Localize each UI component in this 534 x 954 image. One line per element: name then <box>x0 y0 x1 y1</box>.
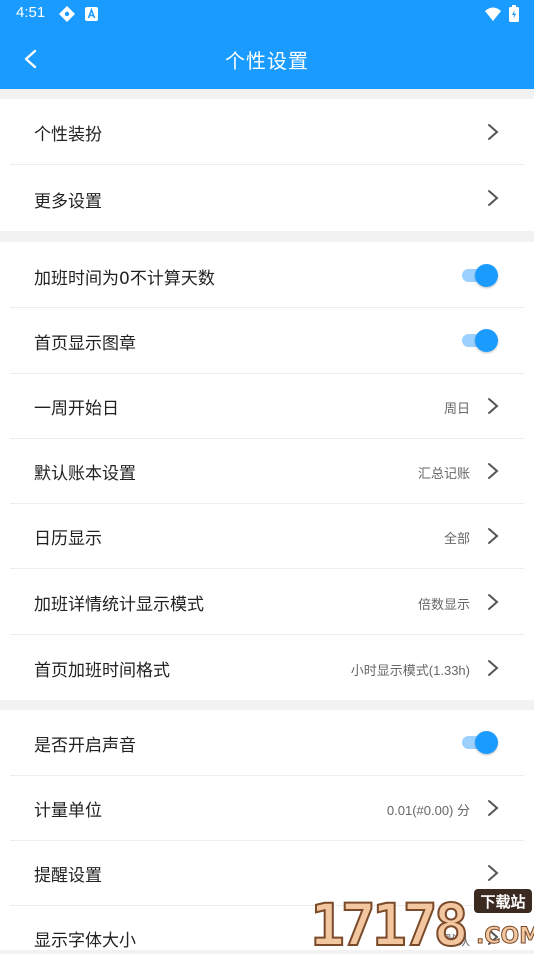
row-week-start-day[interactable]: 一周开始日 周日 <box>10 373 524 439</box>
row-label: 一周开始日 <box>34 399 119 419</box>
site-watermark: 17178 下载站 .COM <box>309 885 534 954</box>
row-label: 计量单位 <box>34 801 102 821</box>
chevron-right-icon <box>488 800 499 816</box>
row-personal-dressup[interactable]: 个性装扮 <box>10 99 524 165</box>
row-label: 提醒设置 <box>34 866 102 886</box>
row-label: 显示字体大小 <box>34 931 136 951</box>
row-enable-sound[interactable]: 是否开启声音 <box>10 710 524 776</box>
row-label: 加班时间为0不计算天数 <box>34 269 215 289</box>
row-calendar-display[interactable]: 日历显示 全部 <box>10 503 524 569</box>
svg-text:.COM: .COM <box>476 924 534 949</box>
wifi-icon <box>485 7 501 21</box>
app-bar: 个性设置 <box>0 28 534 89</box>
row-zero-overtime-no-days[interactable]: 加班时间为0不计算天数 <box>10 242 524 308</box>
chevron-right-icon <box>488 190 499 206</box>
app-notification-icon <box>85 7 98 21</box>
row-label: 加班详情统计显示模式 <box>34 595 204 615</box>
row-label: 个性装扮 <box>34 125 102 145</box>
chevron-right-icon <box>488 660 499 676</box>
row-value: 周日 <box>443 401 470 416</box>
settings-group-overtime: 加班时间为0不计算天数 首页显示图章 一周开始日 周日 默认账本设置 汇总记账 … <box>0 242 534 700</box>
chevron-right-icon <box>488 865 499 881</box>
watermark-logo: 17178 下载站 .COM <box>309 889 534 954</box>
row-label: 首页显示图章 <box>34 334 136 354</box>
row-label: 首页加班时间格式 <box>34 661 170 681</box>
row-value: 全部 <box>443 531 470 546</box>
status-bar: 4:51 <box>0 0 534 28</box>
sync-icon <box>59 6 75 22</box>
chevron-right-icon <box>488 124 499 140</box>
row-default-ledger[interactable]: 默认账本设置 汇总记账 <box>10 438 524 504</box>
chevron-right-icon <box>488 528 499 544</box>
row-value: 倍数显示 <box>417 597 470 612</box>
svg-text:17178: 17178 <box>310 891 466 950</box>
row-measure-unit[interactable]: 计量单位 0.01(#0.00) 分 <box>10 775 524 841</box>
row-more-settings[interactable]: 更多设置 <box>10 165 524 231</box>
battery-icon <box>509 5 519 22</box>
chevron-right-icon <box>488 398 499 414</box>
status-time: 4:51 <box>16 4 46 21</box>
row-label: 更多设置 <box>34 192 102 212</box>
row-label: 日历显示 <box>34 529 102 549</box>
chevron-right-icon <box>488 594 499 610</box>
row-value: 小时显示模式(1.33h) <box>350 663 470 678</box>
row-home-show-stamp[interactable]: 首页显示图章 <box>10 308 524 374</box>
toggle-sound[interactable] <box>460 729 500 755</box>
toggle-home-stamp[interactable] <box>460 327 500 353</box>
settings-group-appearance: 个性装扮 更多设置 <box>0 99 534 231</box>
row-value: 0.01(#0.00) 分 <box>386 803 470 818</box>
row-overtime-stats-mode[interactable]: 加班详情统计显示模式 倍数显示 <box>10 569 524 635</box>
row-label: 是否开启声音 <box>34 736 136 756</box>
row-value: 汇总记账 <box>417 466 470 481</box>
chevron-right-icon <box>488 463 499 479</box>
toggle-zero-overtime[interactable] <box>460 262 500 288</box>
row-home-overtime-format[interactable]: 首页加班时间格式 小时显示模式(1.33h) <box>10 634 524 700</box>
row-label: 默认账本设置 <box>34 464 136 484</box>
svg-text:下载站: 下载站 <box>480 893 525 911</box>
page-title: 个性设置 <box>225 49 309 73</box>
